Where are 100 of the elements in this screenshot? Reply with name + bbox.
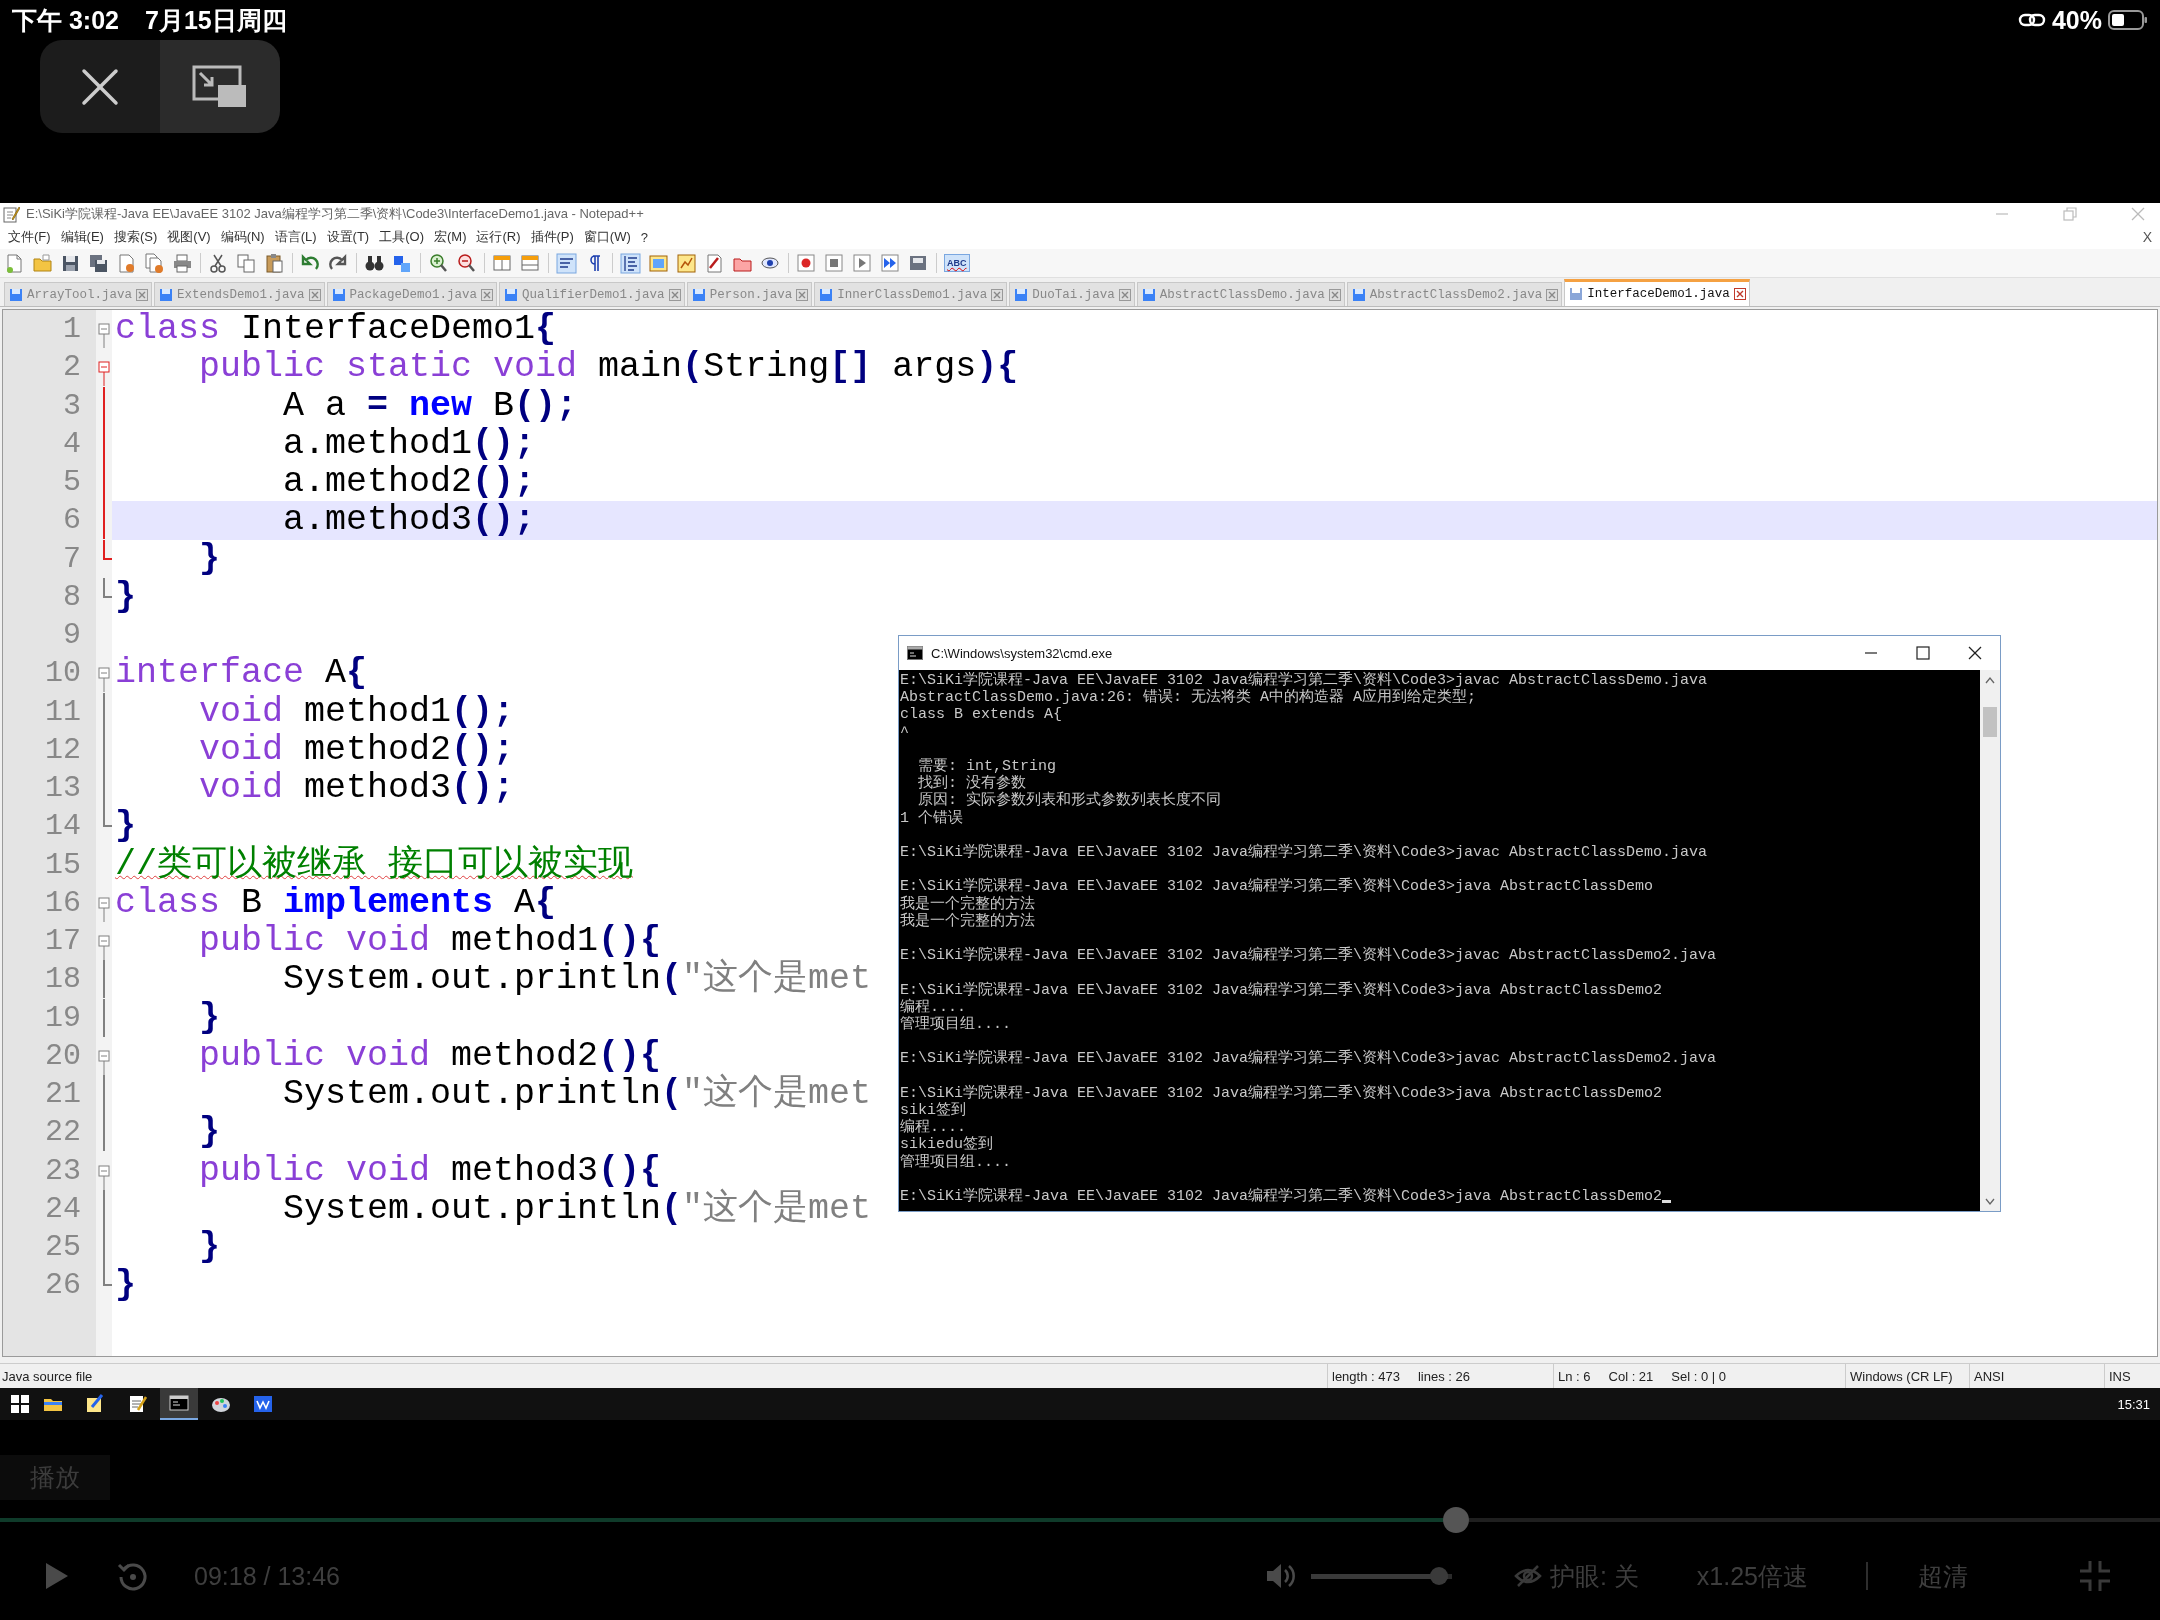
menu-item[interactable]: 窗口(W) (581, 228, 639, 246)
console-line: 管理项目组.... (900, 1016, 1012, 1034)
menu-item[interactable]: ? (638, 229, 657, 245)
menu-item[interactable]: 编码(N) (218, 228, 273, 246)
code-line: void method3(); (198, 769, 515, 808)
exit-fullscreen-icon[interactable] (2078, 1559, 2112, 1593)
status-date: 7月15日周四 (145, 4, 287, 36)
code-line: } (114, 577, 136, 616)
tab-label: InnerClassDemo1.java (837, 287, 988, 302)
scrollbar[interactable] (1980, 670, 2000, 1211)
code-line: } (198, 539, 221, 578)
pen-page-icon[interactable] (704, 252, 725, 274)
file-icon (331, 287, 346, 302)
close-document-button[interactable]: X (2142, 229, 2160, 245)
zoom-out-icon[interactable] (456, 252, 477, 274)
picture-in-picture-icon (192, 64, 248, 109)
code-line: } (114, 807, 136, 846)
code-line: a.method2(); (282, 463, 536, 502)
file-tab[interactable]: InterfaceDemo1.java (1564, 279, 1750, 306)
menu-item[interactable]: 搜索(S) (111, 228, 166, 246)
console-line: E:\SiKi学院课程-Java EE\JavaEE 3102 Java编程学习第二季\资料\Code3>java AbstractClassDemo2 (900, 1187, 1663, 1206)
close-icon (80, 66, 120, 107)
scrollbar-thumb[interactable] (1983, 707, 1997, 737)
document-map-icon[interactable] (648, 252, 669, 274)
file-icon (504, 287, 519, 302)
volume-icon[interactable] (1264, 1561, 1297, 1591)
console-line: E:\SiKi学院课程-Java EE\JavaEE 3102 Java编程学习第二季\资料\Code3>java AbstractClassDemo2 (900, 1084, 1664, 1102)
picture-in-picture-button[interactable] (160, 40, 280, 133)
line-count: lines : 26 (1417, 1368, 1470, 1384)
copy-icon[interactable] (236, 252, 257, 274)
menu-item[interactable]: 插件(P) (528, 228, 582, 246)
folder-icon[interactable] (32, 252, 53, 274)
tab-label: AbstractClassDemo2.java (1369, 287, 1543, 302)
code-line: } (198, 1113, 221, 1152)
console-icon (168, 1392, 190, 1414)
stop-icon[interactable] (824, 252, 845, 274)
code-line: System.out.println("这个是met (282, 1189, 872, 1228)
code-line: //类可以被继承 接口可以被实现 (114, 845, 633, 884)
console-line: 编程.... (900, 1119, 966, 1137)
code-line: } (198, 998, 221, 1037)
close-button[interactable] (40, 40, 160, 133)
console-line: E:\SiKi学院课程-Java EE\JavaEE 3102 Java编程学习第二季\资料\Code3>javac AbstractClassDemo.java (900, 844, 1709, 862)
console-line: ^ (900, 723, 910, 741)
code-line: a.method3(); (282, 501, 536, 540)
close-pages-icon[interactable] (144, 252, 165, 274)
split-window-icon[interactable] (520, 252, 541, 274)
menu-item[interactable]: 设置(T) (324, 228, 378, 246)
encoding: ANSI (1974, 1368, 2005, 1384)
spellcheck-button[interactable]: ABC (944, 254, 970, 272)
printer-icon[interactable] (172, 252, 193, 274)
length-info: length : 473 (1332, 1368, 1400, 1384)
console-line: 我是一个完整的方法 (900, 895, 1036, 913)
menu-item[interactable]: 文件(F) (6, 228, 59, 246)
tab-label: QualifierDemo1.java (522, 287, 665, 302)
file-icon (9, 287, 23, 302)
line-position: Ln : 6 (1558, 1368, 1591, 1384)
scissors-icon[interactable] (208, 252, 229, 274)
code-line: class B implements A{ (114, 883, 557, 922)
console-line: 编程.... (900, 998, 967, 1016)
tab-label: ArrayTool.java (27, 287, 133, 302)
console-line: class B extends A{ (900, 706, 1064, 724)
console-line: E:\SiKi学院课程-Java EE\JavaEE 3102 Java编程学习第二季\资料\Code3>java AbstractClassDemo2 (900, 981, 1664, 999)
record-icon[interactable] (796, 252, 817, 274)
menu-item[interactable]: 宏(M) (431, 228, 475, 246)
line-number: 6 (3, 501, 96, 540)
status-time: 下午 3:02 (12, 4, 119, 36)
menu-item[interactable]: 视图(V) (165, 228, 219, 246)
code-line: System.out.println("这个是met (282, 960, 872, 999)
file-icon (691, 287, 706, 302)
zoom-in-icon[interactable] (428, 252, 449, 274)
menu-item[interactable]: 运行(R) (474, 228, 529, 246)
windows-start-icon[interactable] (10, 1394, 30, 1414)
battery-icon (2108, 9, 2148, 31)
taskbar-app[interactable] (160, 1388, 198, 1420)
close-page-icon[interactable] (116, 252, 137, 274)
split-window-icon[interactable] (492, 252, 513, 274)
code-line: } (114, 1266, 136, 1305)
clipboard-icon[interactable] (264, 252, 285, 274)
selection-info: Sel : 0 | 0 (1671, 1368, 1727, 1384)
file-icon (159, 287, 174, 302)
eye-off-icon[interactable] (1513, 1564, 1542, 1588)
word-wrap-icon[interactable] (556, 252, 577, 274)
code-line: interface A{ (114, 654, 368, 693)
function-list-icon[interactable] (676, 252, 697, 274)
menu-item[interactable]: 工具(O) (377, 228, 432, 246)
menu-item[interactable]: 编辑(E) (58, 228, 112, 246)
console-line: E:\SiKi学院课程-Java EE\JavaEE 3102 Java编程学习第二季\资料\Code3>javac AbstractClassDemo2.java (900, 1050, 1718, 1068)
floppy-disks-icon[interactable] (88, 252, 109, 274)
fast-forward-icon[interactable] (880, 252, 901, 274)
file-icon (819, 287, 834, 302)
volume-handle[interactable] (1430, 1567, 1449, 1585)
console-line: E:\SiKi学院课程-Java EE\JavaEE 3102 Java编程学习第二季\资料\Code3>javac AbstractClassDemo2.java (900, 947, 1718, 965)
play-icon[interactable] (852, 252, 873, 274)
menu-item[interactable]: 语言(L) (272, 228, 325, 246)
console-line: 需要: int,String (917, 758, 1058, 775)
page-icon[interactable] (4, 252, 25, 274)
indent-guide-icon[interactable] (620, 252, 641, 274)
progress-handle[interactable] (1442, 1507, 1469, 1533)
console-line: E:\SiKi学院课程-Java EE\JavaEE 3102 Java编程学习第二季\资料\Code3>javac AbstractClassDemo.java (900, 672, 1709, 689)
file-icon (1014, 287, 1029, 302)
